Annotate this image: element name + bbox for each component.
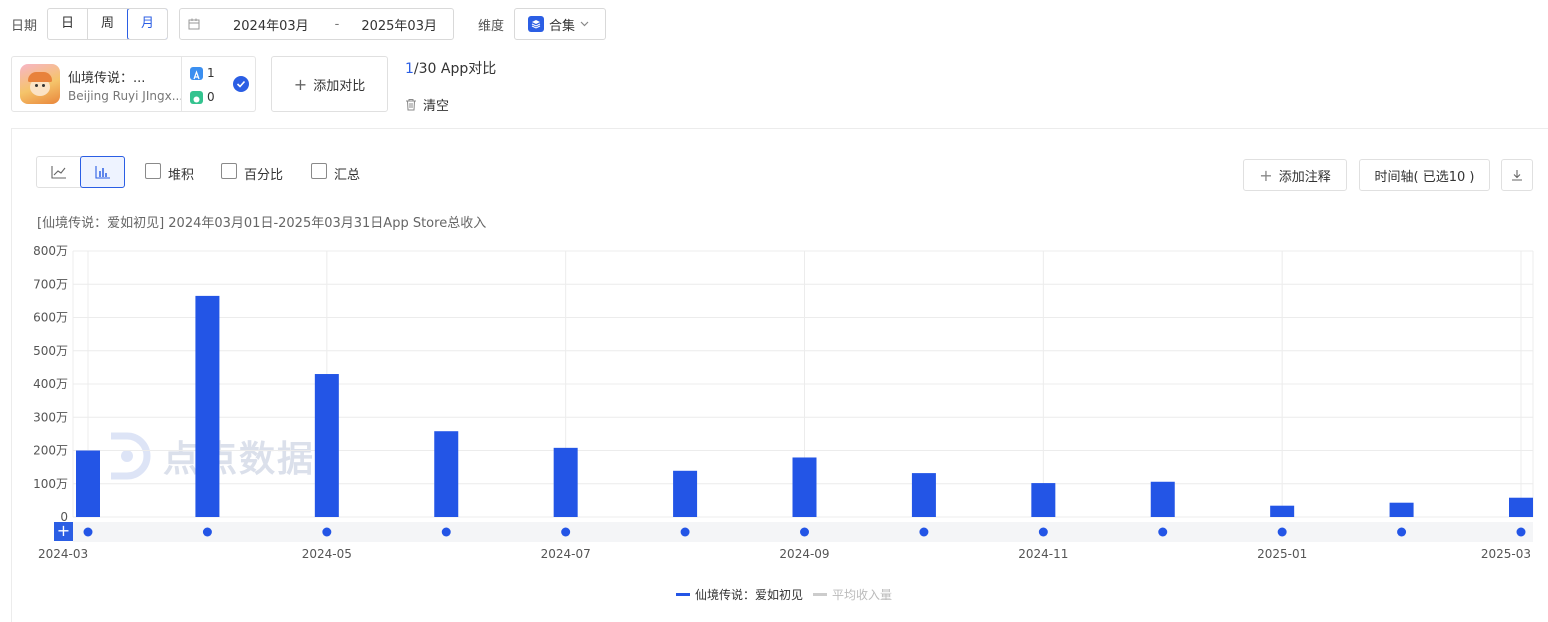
bar bbox=[314, 374, 339, 517]
timeline-dot bbox=[441, 527, 451, 537]
timeline-dot bbox=[1397, 527, 1407, 537]
timeline-dot bbox=[800, 527, 809, 537]
bar bbox=[911, 473, 936, 517]
y-tick-label: 600万 bbox=[33, 311, 68, 325]
timeline-dot bbox=[1516, 527, 1526, 537]
y-tick-label: 400万 bbox=[33, 377, 68, 391]
timeline-dot bbox=[322, 527, 332, 537]
bar bbox=[1031, 483, 1056, 517]
x-tick-label: 2025-03 bbox=[1481, 547, 1531, 561]
bar bbox=[1509, 497, 1533, 517]
bar bbox=[792, 457, 817, 517]
timeline-dot bbox=[561, 527, 571, 537]
x-tick-label: 2024-11 bbox=[1018, 547, 1068, 561]
bar bbox=[1389, 502, 1414, 517]
chart-legend: 仙境传说：爱如初见 平均收入量 bbox=[676, 586, 892, 603]
y-tick-label: 100万 bbox=[33, 477, 68, 491]
x-tick-label: 2025-01 bbox=[1257, 547, 1307, 561]
timeline-dot bbox=[1277, 527, 1287, 537]
timeline-dot bbox=[83, 527, 93, 537]
x-tick-label: 2024-03 bbox=[38, 547, 88, 561]
y-tick-label: 700万 bbox=[33, 277, 68, 291]
x-tick-label: 2024-07 bbox=[541, 547, 591, 561]
bar bbox=[76, 450, 100, 517]
timeline-dot bbox=[680, 527, 690, 537]
granularity-month-button[interactable]: 月 bbox=[127, 9, 167, 39]
timeline-dot bbox=[919, 527, 929, 537]
bar bbox=[673, 470, 698, 517]
legend-series-swatch bbox=[676, 593, 690, 596]
y-tick-label: 300万 bbox=[33, 410, 68, 424]
y-tick-label: 800万 bbox=[33, 244, 68, 258]
timeline-dot bbox=[202, 527, 212, 537]
timeline-dot bbox=[1158, 527, 1168, 537]
bar bbox=[1270, 505, 1295, 517]
y-tick-label: 500万 bbox=[33, 344, 68, 358]
legend-series-label[interactable]: 仙境传说：爱如初见 bbox=[695, 586, 803, 603]
y-tick-label: 200万 bbox=[33, 444, 68, 458]
bar bbox=[1150, 481, 1175, 517]
x-tick-label: 2024-05 bbox=[302, 547, 352, 561]
timeline-add-button[interactable]: + bbox=[54, 522, 73, 541]
legend-avg-swatch bbox=[813, 593, 828, 596]
revenue-bar-chart: 0100万200万300万400万500万600万700万800万2024-03… bbox=[33, 244, 1534, 561]
legend-avg-label[interactable]: 平均收入量 bbox=[832, 586, 892, 603]
bar bbox=[195, 295, 220, 517]
bar bbox=[553, 447, 578, 517]
bar bbox=[434, 431, 459, 517]
x-tick-label: 2024-09 bbox=[779, 547, 829, 561]
timeline-dot bbox=[1038, 527, 1048, 537]
